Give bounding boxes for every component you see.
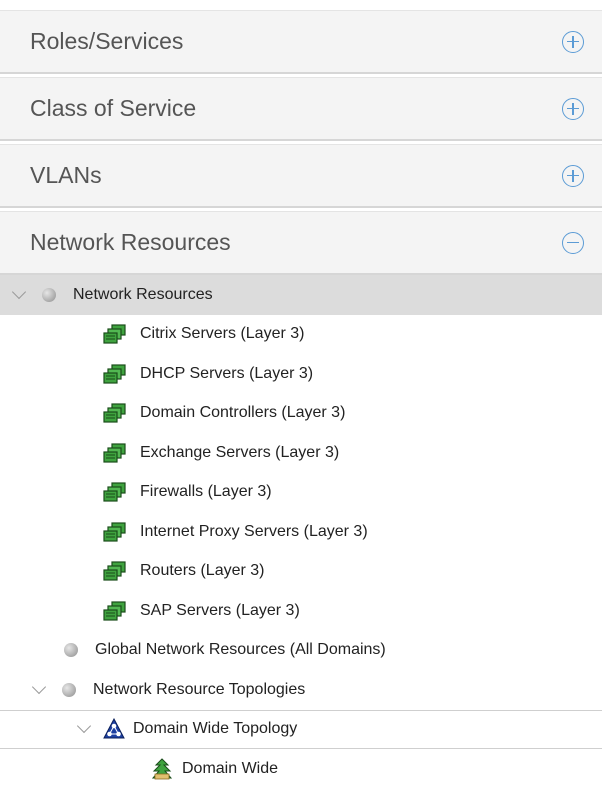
tree-node-label: Network Resource Topologies bbox=[93, 680, 306, 698]
tree-item[interactable]: Routers (Layer 3) bbox=[0, 552, 602, 592]
tree-item[interactable]: DHCP Servers (Layer 3) bbox=[0, 354, 602, 394]
tree-item[interactable]: Citrix Servers (Layer 3) bbox=[0, 315, 602, 355]
tree-item[interactable]: Exchange Servers (Layer 3) bbox=[0, 433, 602, 473]
panel-title: VLANs bbox=[30, 162, 102, 188]
chevron-down-icon[interactable] bbox=[31, 679, 47, 694]
tree-item-label: Exchange Servers (Layer 3) bbox=[140, 443, 340, 461]
panel-vlans[interactable]: VLANs bbox=[0, 144, 602, 208]
panel-class-of-service[interactable]: Class of Service bbox=[0, 77, 602, 141]
tree-item-label: Internet Proxy Servers (Layer 3) bbox=[140, 522, 368, 540]
domain-map-icon bbox=[151, 758, 173, 780]
panel-title: Roles/Services bbox=[30, 28, 184, 54]
panel-network-resources[interactable]: Network Resources bbox=[0, 211, 602, 275]
tree-leaf-label: Domain Wide bbox=[182, 759, 279, 777]
tree-leaf-domain-wide[interactable]: Domain Wide bbox=[0, 749, 602, 789]
server-group-icon bbox=[103, 522, 126, 542]
tree-node-network-resources[interactable]: Network Resources bbox=[0, 275, 602, 315]
chevron-down-icon[interactable] bbox=[76, 719, 92, 734]
tree-node-global-network-resources[interactable]: Global Network Resources (All Domains) bbox=[0, 631, 602, 671]
tree-node-label: Network Resources bbox=[73, 285, 213, 303]
chevron-down-icon[interactable] bbox=[11, 284, 27, 299]
server-group-icon bbox=[103, 482, 126, 502]
gray-sphere-icon bbox=[64, 643, 78, 658]
server-group-icon bbox=[103, 601, 126, 621]
gray-sphere-icon bbox=[42, 287, 56, 302]
gray-sphere-icon bbox=[62, 682, 76, 697]
tree-item-label: Domain Controllers (Layer 3) bbox=[140, 404, 346, 422]
tree-item[interactable]: Internet Proxy Servers (Layer 3) bbox=[0, 512, 602, 552]
tree-item[interactable]: Firewalls (Layer 3) bbox=[0, 473, 602, 513]
tree-item[interactable]: Domain Controllers (Layer 3) bbox=[0, 394, 602, 434]
panel-roles-services[interactable]: Roles/Services bbox=[0, 10, 602, 74]
expand-plus-icon[interactable] bbox=[562, 97, 584, 120]
tree-item-label: DHCP Servers (Layer 3) bbox=[140, 364, 314, 382]
tree-item-label: Routers (Layer 3) bbox=[140, 562, 265, 580]
tree-item-label: SAP Servers (Layer 3) bbox=[140, 601, 300, 619]
tree-node-network-resource-topologies[interactable]: Network Resource Topologies bbox=[0, 670, 602, 710]
tree-item-label: Firewalls (Layer 3) bbox=[140, 483, 272, 501]
tree-node-label: Global Network Resources (All Domains) bbox=[95, 641, 386, 659]
tree-item-label: Citrix Servers (Layer 3) bbox=[140, 325, 305, 343]
server-group-icon bbox=[103, 403, 126, 423]
server-group-icon bbox=[103, 364, 126, 384]
tree-node-domain-wide-topology[interactable]: Domain Wide Topology bbox=[0, 709, 602, 749]
server-group-icon bbox=[103, 443, 126, 463]
collapse-minus-icon[interactable] bbox=[562, 231, 584, 254]
panel-title: Class of Service bbox=[30, 95, 197, 121]
network-resources-tree: Network Resources Citrix Servers (Layer … bbox=[0, 275, 602, 789]
accordion: Roles/Services Class of Service VLANs Ne… bbox=[0, 10, 602, 789]
expand-plus-icon[interactable] bbox=[562, 30, 584, 53]
tree-node-label: Domain Wide Topology bbox=[133, 720, 298, 738]
topology-triangle-icon bbox=[103, 718, 125, 739]
tree-item[interactable]: SAP Servers (Layer 3) bbox=[0, 591, 602, 631]
server-group-icon bbox=[103, 561, 126, 581]
expand-plus-icon[interactable] bbox=[562, 164, 584, 187]
panel-title: Network Resources bbox=[30, 229, 231, 255]
server-group-icon bbox=[103, 324, 126, 344]
